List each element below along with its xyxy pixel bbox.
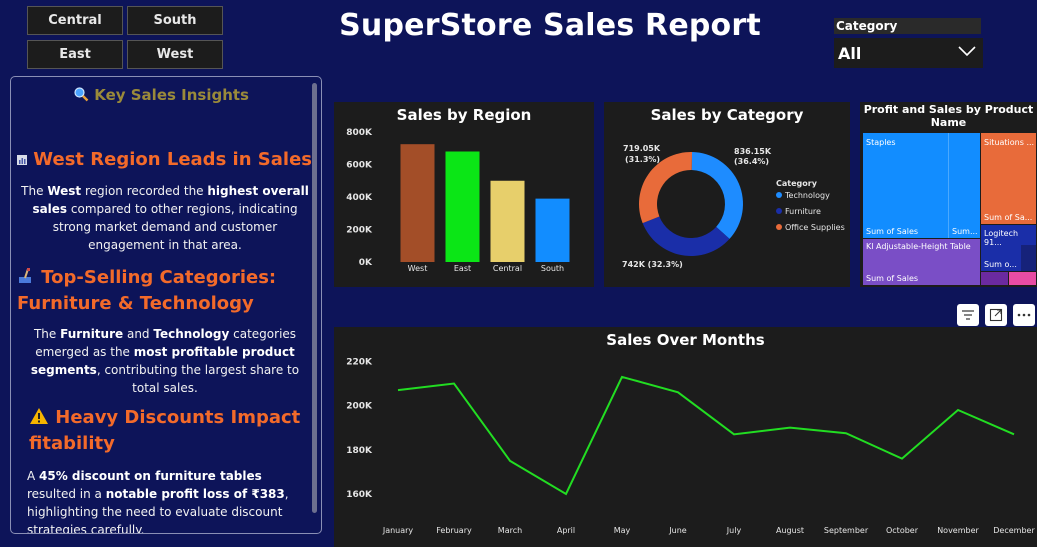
x-tick-label: September: [824, 526, 869, 535]
y-tick-label: 400K: [346, 193, 373, 203]
insights-panel: Key Sales Insights West Region Leads in …: [10, 76, 322, 534]
treemap-tile-sub: Sum of Sa...: [984, 213, 1033, 222]
treemap-tile-staples[interactable]: Staples Sum of Sales Sum...: [863, 133, 980, 238]
ellipsis-icon: [1017, 313, 1031, 317]
sales-line[interactable]: [397, 375, 1015, 496]
insight-heading-discounts: Heavy Discounts Impact fitability: [29, 407, 301, 454]
insights-scrollbar[interactable]: [312, 83, 317, 513]
y-tick-label: 0K: [359, 258, 373, 268]
chart-icon: [17, 155, 27, 165]
treemap-tile-label: Staples: [866, 138, 896, 147]
expand-icon: [989, 308, 1003, 322]
legend-marker: [776, 224, 782, 230]
filter-button[interactable]: [957, 304, 979, 326]
treemap-tile-adjustable-table[interactable]: Kl Adjustable-Height Table Sum of Sales: [863, 239, 980, 285]
x-tick-label: February: [436, 526, 472, 535]
bar-south[interactable]: [535, 198, 570, 262]
x-tick-label: East: [454, 264, 471, 273]
x-tick-label: May: [614, 526, 631, 535]
more-options-button[interactable]: [1013, 304, 1035, 326]
region-button-south[interactable]: South: [127, 6, 223, 35]
sales-by-region-chart: 0K 200K 400K 600K 800K West East Central South: [346, 128, 570, 273]
treemap-tile-situations[interactable]: Situations ... Sum of Sa...: [981, 133, 1036, 224]
treemap-tile-label: Kl Adjustable-Height Table: [866, 242, 971, 251]
x-tick-label: November: [937, 526, 979, 535]
x-tick-label: June: [668, 526, 687, 535]
region-button-east[interactable]: East: [27, 40, 123, 69]
insight-body-west: The West region recorded the highest ove…: [21, 184, 309, 252]
treemap-tile-sub: Sum of Sales: [866, 227, 919, 236]
insight-heading-west: West Region Leads in Sales: [17, 147, 312, 173]
insight-heading-categories: Top-Selling Categories: Furniture & Tech…: [17, 267, 277, 314]
x-tick-label: December: [993, 526, 1035, 535]
focus-mode-button[interactable]: [985, 304, 1007, 326]
x-tick-label: August: [776, 526, 804, 535]
legend-entry: Office Supplies: [785, 223, 845, 232]
x-tick-label: April: [557, 526, 575, 535]
insight-body-categories: The Furniture and Technology categories …: [30, 327, 300, 395]
legend-entry: Furniture: [785, 207, 821, 216]
slice-furniture[interactable]: [642, 216, 730, 256]
treemap-tile-sub: Sum o...: [984, 260, 1017, 269]
bar-central[interactable]: [490, 180, 525, 262]
sales-over-months-chart: 160K 180K 200K 220K January February March Apri…: [346, 357, 1035, 535]
data-label: 719.05K: [623, 144, 661, 153]
data-label: (36.4%): [734, 157, 769, 166]
treemap-tile-small-2[interactable]: [1009, 272, 1036, 285]
legend-marker: [776, 208, 782, 214]
treemap-tile-sub: Sum of Sales: [866, 274, 919, 283]
x-tick-label: October: [886, 526, 919, 535]
bar-east[interactable]: [445, 151, 480, 263]
region-button-west[interactable]: West: [127, 40, 223, 69]
y-tick-label: 200K: [346, 402, 373, 412]
chevron-down-icon: [958, 46, 976, 57]
y-tick-label: 220K: [346, 357, 373, 367]
category-filter-label: Category: [834, 18, 981, 34]
data-label: (31.3%): [625, 155, 660, 164]
x-tick-label: July: [726, 526, 742, 535]
y-tick-label: 200K: [346, 226, 373, 236]
treemap-tile-sub: Sum...: [952, 227, 978, 236]
treemap-tile-label: Situations ...: [984, 138, 1035, 147]
treemap-tile-logitech[interactable]: Logitech 91... Sum o...: [981, 225, 1036, 271]
warning-icon: [30, 408, 48, 424]
x-tick-label: West: [408, 264, 428, 273]
y-tick-label: 800K: [346, 128, 373, 138]
treemap-tile-small-1[interactable]: [981, 272, 1008, 285]
sales-by-category-panel[interactable]: Sales by Category 836.15K (36.4%) 719.05K(…: [604, 102, 850, 287]
y-tick-label: 600K: [346, 161, 373, 171]
chart-title-treemap: Profit and Sales by Product Name: [863, 103, 1034, 129]
sales-by-category-chart: 836.15K(36.4%) 719.05K (31.3%) 742K (32.3%)…: [622, 144, 845, 269]
x-tick-label: March: [498, 526, 522, 535]
y-tick-label: 180K: [346, 446, 373, 456]
category-selected-value: All: [838, 44, 862, 63]
x-tick-label: January: [382, 526, 414, 535]
x-tick-label: Central: [493, 264, 522, 273]
data-label: 742K (32.3%): [622, 260, 683, 269]
page-title: SuperStore Sales Report: [339, 8, 761, 43]
legend-marker: [776, 192, 782, 198]
magnifier-icon: [74, 87, 89, 102]
legend-title: Category: [776, 179, 818, 188]
insight-body-discounts: A 45% discount on furniture tables resul…: [27, 469, 289, 534]
region-button-central[interactable]: Central: [27, 6, 123, 35]
legend-entry: Technology: [784, 191, 830, 200]
data-label: 836.15K: [734, 147, 772, 156]
sales-by-region-panel[interactable]: Sales by Region 0K 200K 400K 600K 800K West Ea…: [334, 102, 594, 287]
category-dropdown[interactable]: All: [834, 38, 983, 68]
y-tick-label: 160K: [346, 490, 373, 500]
x-tick-label: South: [541, 264, 564, 273]
product-treemap-panel[interactable]: Profit and Sales by Product Name Staples…: [860, 102, 1037, 287]
insights-title: Key Sales Insights: [11, 86, 311, 104]
bar-west[interactable]: [400, 144, 435, 262]
sales-over-months-panel[interactable]: Sales Over Months 160K 180K 200K 220K Januar…: [334, 327, 1037, 547]
broom-icon: [19, 268, 31, 283]
filter-lines-icon: [962, 310, 974, 320]
